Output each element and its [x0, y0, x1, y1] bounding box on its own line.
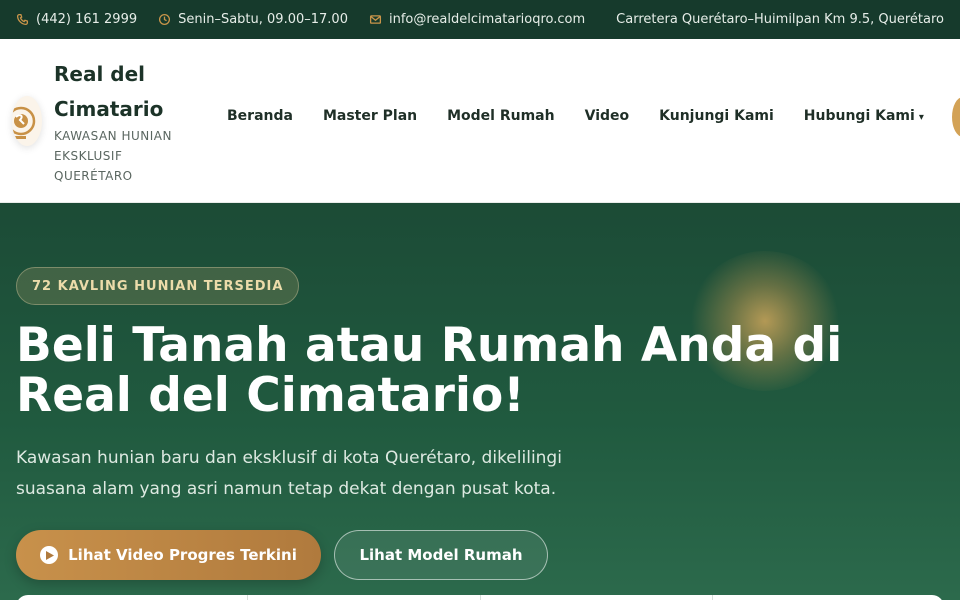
- mail-icon: [369, 15, 382, 24]
- hero-section: 72 KAVLING HUNIAN TERSEDIA Beli Tanah at…: [0, 203, 960, 600]
- stats-cell: [16, 595, 249, 600]
- main-navigation: Beranda Master Plan Model Rumah Video Ku…: [227, 108, 924, 124]
- stats-cell: [481, 595, 713, 600]
- nav-kunjungi-kami[interactable]: Kunjungi Kami: [659, 108, 774, 124]
- nav-beranda[interactable]: Beranda: [227, 108, 293, 124]
- main-header: Real del Cimatario KAWASAN HUNIAN EKSKLU…: [0, 39, 960, 203]
- phone-contact[interactable]: (442) 161 2999: [16, 12, 137, 27]
- hero-subtitle: Kawasan hunian baru dan eksklusif di kot…: [16, 448, 562, 499]
- clock-icon: [159, 13, 171, 26]
- phone-number: (442) 161 2999: [36, 12, 138, 27]
- view-house-models-button[interactable]: Lihat Model Rumah: [334, 530, 548, 580]
- nav-model-rumah[interactable]: Model Rumah: [447, 108, 555, 124]
- stats-cell: [248, 595, 481, 600]
- nav-hubungi-kami[interactable]: Hubungi Kami ▾: [804, 108, 924, 124]
- header-cta-button[interactable]: [952, 97, 960, 137]
- email-address: info@realdelcimatarioqro.com: [388, 12, 586, 27]
- top-info-bar: (442) 161 2999 Senin–Sabtu, 09.00–17.00 …: [0, 0, 960, 39]
- stats-panel: [16, 595, 944, 600]
- availability-badge: 72 KAVLING HUNIAN TERSEDIA: [16, 267, 300, 305]
- nav-master-plan[interactable]: Master Plan: [323, 108, 417, 124]
- view-house-models-label: Lihat Model Rumah: [359, 546, 523, 564]
- opening-hours: Senin–Sabtu, 09.00–17.00: [158, 12, 348, 27]
- brand-logo[interactable]: [12, 96, 42, 146]
- phone-icon: [16, 13, 29, 26]
- chevron-down-icon: ▾: [918, 112, 924, 123]
- play-icon: [40, 546, 59, 564]
- brand-name[interactable]: Real del Cimatario: [54, 57, 184, 127]
- hero-title: Beli Tanah atau Rumah Anda di Real del C…: [16, 318, 843, 423]
- nav-hubungi-kami-label: Hubungi Kami: [803, 108, 915, 124]
- address-text: Carretera Querétaro–Huimilpan Km 9.5, Qu…: [616, 12, 944, 27]
- email-contact[interactable]: info@realdelcimatarioqro.com: [369, 12, 585, 27]
- watch-progress-video-button[interactable]: Lihat Video Progres Terkini: [16, 530, 321, 580]
- stats-cell: [713, 595, 944, 600]
- logo-emblem-icon: [12, 106, 36, 139]
- address: Carretera Querétaro–Huimilpan Km 9.5, Qu…: [616, 12, 944, 27]
- watch-progress-video-label: Lihat Video Progres Terkini: [68, 546, 297, 564]
- hours-text: Senin–Sabtu, 09.00–17.00: [178, 12, 348, 27]
- brand-tagline: KAWASAN HUNIAN EKSKLUSIF QUERÉTARO: [54, 129, 172, 183]
- nav-video[interactable]: Video: [585, 108, 630, 124]
